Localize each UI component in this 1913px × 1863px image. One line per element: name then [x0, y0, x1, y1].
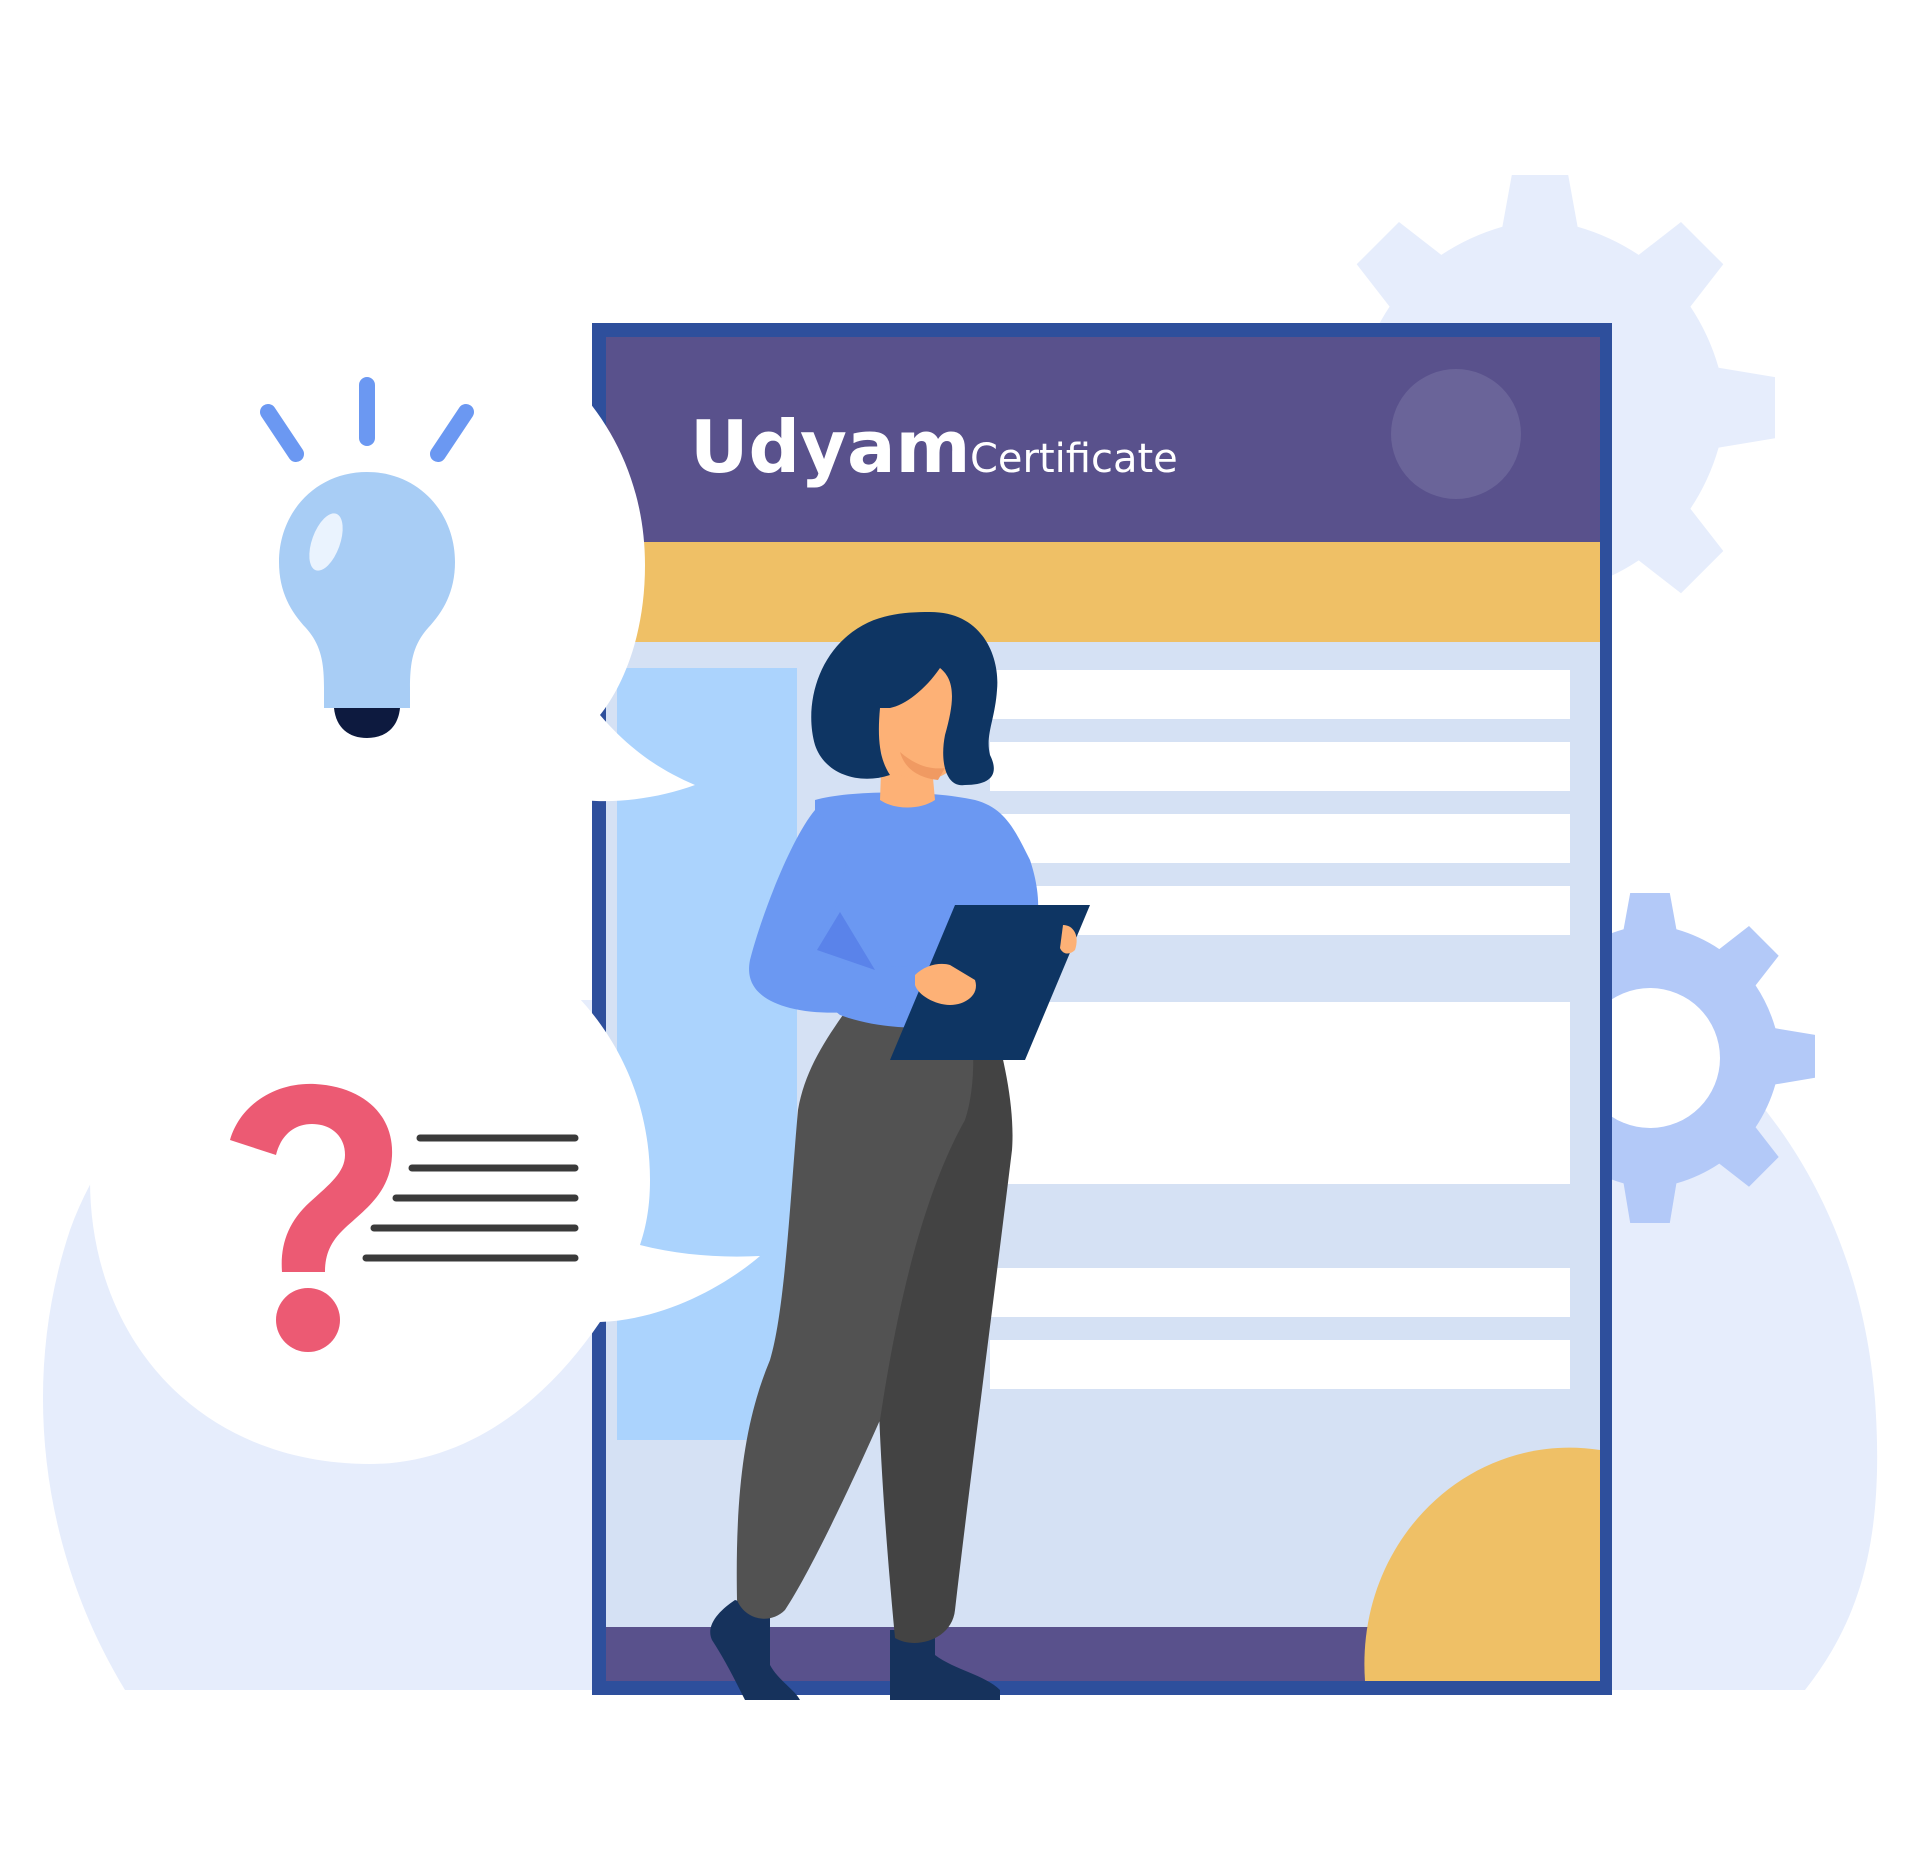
form-line — [990, 670, 1570, 719]
certificate-title: Udyam — [690, 405, 971, 489]
form-line — [990, 742, 1570, 791]
form-text-area — [990, 1002, 1570, 1184]
certificate-subtitle: Certificate — [970, 436, 1178, 482]
form-line — [990, 1268, 1570, 1317]
certificate-band — [606, 542, 1600, 642]
illustration-scene: Udyam Certificate — [42, 175, 1878, 1700]
form-line — [990, 1340, 1570, 1389]
certificate-form-lines — [990, 670, 1570, 1389]
header-seal — [1391, 369, 1521, 499]
form-line — [990, 814, 1570, 863]
question-mark-dot — [276, 1288, 340, 1352]
